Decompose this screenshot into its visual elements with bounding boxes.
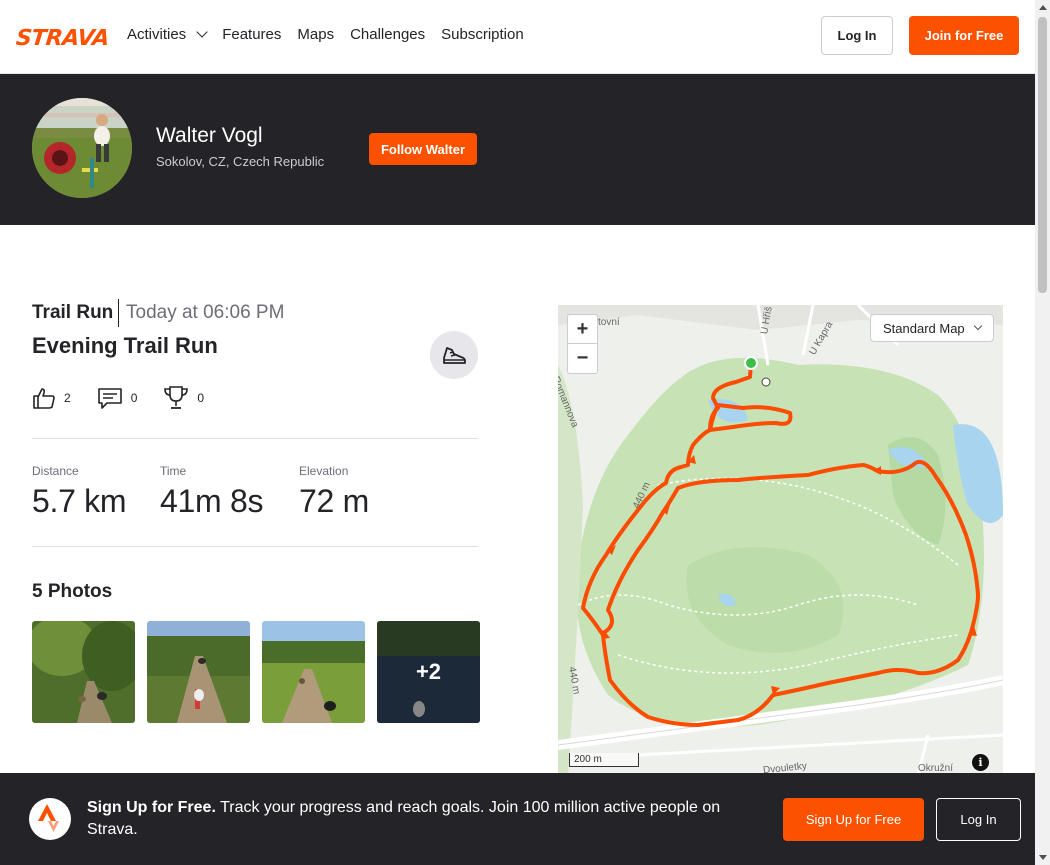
stat-value: 72 m: [299, 483, 369, 519]
scrollbar-thumb[interactable]: [1038, 17, 1047, 293]
strava-logo[interactable]: STRAVA: [15, 26, 111, 51]
map-style-label: Standard Map: [883, 320, 965, 336]
athlete-avatar[interactable]: [32, 98, 132, 198]
map-scale: 200 m: [569, 753, 639, 767]
activity-time: Today at 06:06 PM: [126, 302, 285, 323]
route-end-marker: [761, 377, 771, 387]
map-info-icon[interactable]: i: [972, 754, 989, 771]
activity-type: Trail Run: [32, 302, 114, 323]
divider: [32, 546, 478, 547]
achievements-button[interactable]: 0: [163, 385, 204, 411]
photo-strip: +2: [32, 621, 480, 723]
athlete-location: Sokolov, CZ, Czech Republic: [156, 154, 325, 169]
stat-value: 5.7 km: [32, 483, 127, 519]
photo-thumbnail[interactable]: [262, 621, 365, 723]
zoom-in-button[interactable]: +: [568, 315, 597, 344]
photo-thumbnail[interactable]: [32, 621, 135, 723]
sport-type-badge: [430, 331, 478, 379]
trophy-icon: [164, 386, 189, 409]
map-street-label: tovní: [598, 317, 620, 328]
top-navigation: STRAVA Activities Features Maps Challeng…: [0, 0, 1035, 74]
zoom-out-button[interactable]: −: [568, 344, 597, 373]
social-counts: 2 0 0: [32, 385, 230, 411]
chevron-down-icon: [973, 321, 982, 331]
signup-banner: Sign Up for Free. Track your progress an…: [0, 773, 1035, 865]
nav-activities[interactable]: Activities: [127, 26, 208, 43]
scroll-down-arrow-icon[interactable]: [1039, 855, 1047, 860]
stat-time: Time 41m 8s: [160, 464, 263, 520]
stat-label: Distance: [32, 464, 79, 478]
stat-value: 41m 8s: [160, 483, 264, 519]
athlete-header: Walter Vogl Sokolov, CZ, Czech Republic …: [0, 74, 1035, 225]
strava-app-icon: [29, 798, 71, 840]
stat-distance: Distance 5.7 km: [32, 464, 127, 520]
nav-challenges[interactable]: Challenges: [350, 26, 425, 43]
comments-button[interactable]: 0: [97, 386, 138, 410]
kudos-button[interactable]: 2: [32, 386, 71, 410]
map-canvas: [558, 305, 1003, 775]
photo-thumbnail-more[interactable]: +2: [377, 621, 480, 723]
photo-thumbnail[interactable]: [147, 621, 250, 723]
route-map[interactable]: Romannova tovní U Hřiš U Kapra 440 m 440…: [558, 305, 1003, 775]
kudos-count: 2: [64, 391, 71, 405]
nav-links: Activities Features Maps Challenges Subs…: [127, 26, 524, 43]
stat-label: Elevation: [299, 464, 349, 478]
map-style-select[interactable]: Standard Map: [870, 314, 994, 342]
athlete-name[interactable]: Walter Vogl: [156, 124, 263, 148]
activity-title: Evening Trail Run: [32, 333, 218, 358]
join-for-free-button[interactable]: Join for Free: [909, 16, 1019, 55]
photos-title: 5 Photos: [32, 581, 113, 602]
divider: [32, 438, 478, 439]
activity-type-divider: [118, 299, 119, 327]
signup-headline: Sign Up for Free.: [87, 799, 216, 816]
thumbs-up-icon: [33, 388, 55, 409]
chevron-down-icon: [196, 26, 208, 38]
banner-login-button[interactable]: Log In: [936, 798, 1021, 841]
route-start-marker: [744, 356, 758, 370]
signup-banner-text: Sign Up for Free. Track your progress an…: [87, 797, 767, 841]
login-button[interactable]: Log In: [821, 16, 893, 55]
comments-count: 0: [130, 391, 138, 405]
nav-maps[interactable]: Maps: [297, 26, 334, 43]
more-photos-count: +2: [377, 621, 480, 723]
scroll-up-arrow-icon[interactable]: [1039, 5, 1047, 10]
page-scrollbar[interactable]: [1035, 0, 1050, 865]
stat-elevation: Elevation 72 m: [299, 464, 369, 520]
nav-activities-label: Activities: [127, 26, 187, 43]
map-zoom-control: + −: [567, 314, 598, 374]
achievements-count: 0: [197, 391, 205, 405]
signup-button[interactable]: Sign Up for Free: [783, 798, 924, 841]
stat-label: Time: [160, 464, 187, 478]
nav-features[interactable]: Features: [222, 26, 281, 43]
comment-icon: [97, 388, 122, 409]
running-shoe-icon: [443, 347, 466, 364]
nav-subscription[interactable]: Subscription: [441, 26, 524, 43]
follow-button[interactable]: Follow Walter: [369, 133, 477, 165]
